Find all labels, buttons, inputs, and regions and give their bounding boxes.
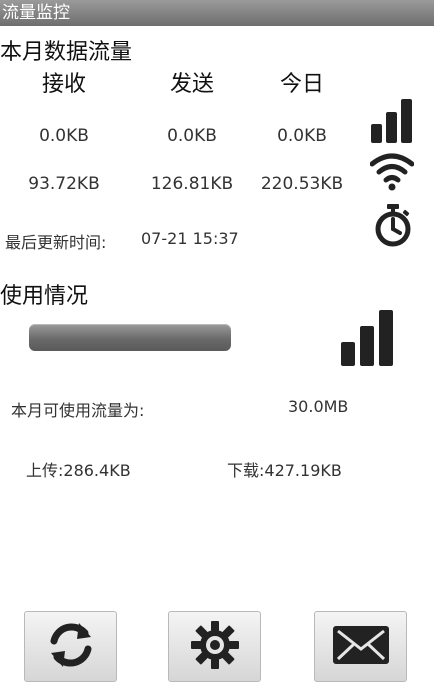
month-section-heading: 本月数据流量: [0, 40, 133, 65]
column-send-header: 发送: [169, 72, 214, 97]
usage-section-heading: 使用情况: [0, 284, 89, 309]
available-traffic-value: 30.0MB: [288, 397, 349, 416]
refresh-button[interactable]: [24, 611, 117, 682]
message-button[interactable]: [314, 611, 407, 682]
upload-stat: 上传:286.4KB: [26, 461, 131, 480]
signal-bars-icon: [370, 98, 414, 144]
available-traffic-label: 本月可使用流量为:: [11, 401, 145, 420]
last-update-value: 07-21 15:37: [141, 229, 239, 248]
usage-progress-bar: [29, 324, 231, 351]
refresh-icon: [45, 619, 97, 675]
wifi-receive-value: 93.72KB: [28, 174, 100, 194]
column-today-header: 今日: [279, 72, 324, 97]
gear-icon: [189, 619, 241, 675]
stopwatch-icon: [374, 203, 412, 247]
column-receive-header: 接收: [41, 72, 86, 97]
settings-button[interactable]: [168, 611, 261, 682]
signal-bars-icon: [340, 309, 394, 367]
mobile-today-value: 0.0KB: [277, 126, 327, 146]
wifi-send-value: 126.81KB: [150, 174, 234, 194]
title-bar: 流量监控: [0, 0, 434, 26]
last-update-label: 最后更新时间:: [5, 233, 107, 252]
wifi-icon: [370, 152, 414, 192]
envelope-icon: [332, 625, 390, 669]
download-stat: 下载:427.19KB: [227, 461, 342, 480]
wifi-today-value: 220.53KB: [260, 174, 344, 194]
mobile-receive-value: 0.0KB: [39, 126, 89, 146]
mobile-send-value: 0.0KB: [167, 126, 217, 146]
app-title: 流量监控: [2, 3, 70, 23]
